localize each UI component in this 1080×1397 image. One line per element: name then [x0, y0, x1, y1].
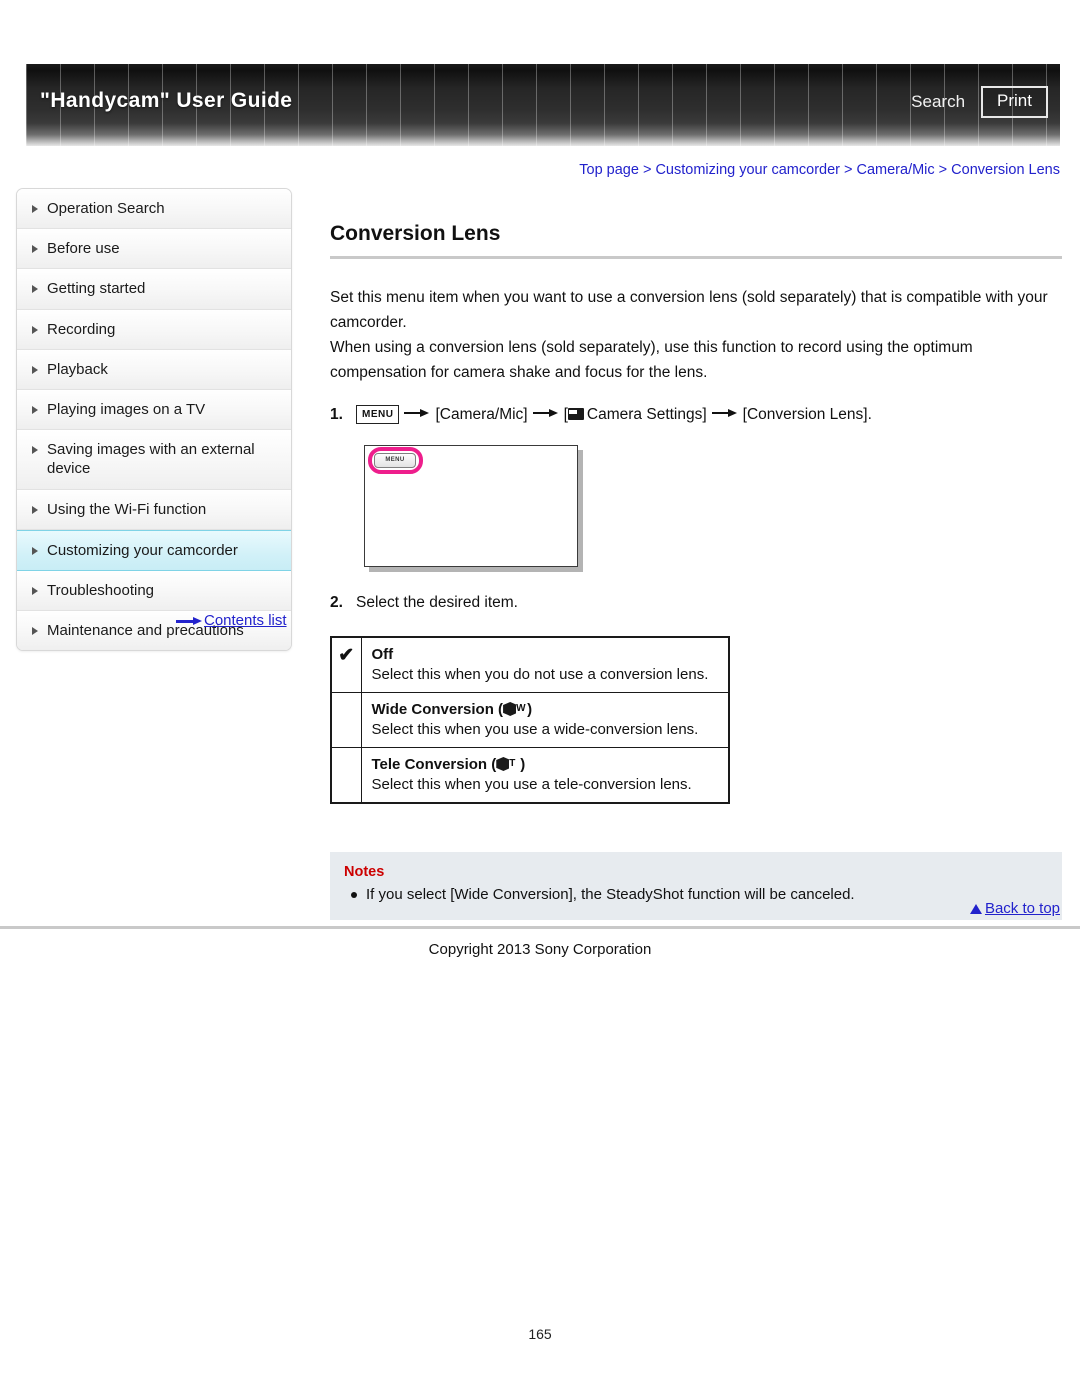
arrow-right-icon	[404, 408, 430, 418]
step-1-part-camera-settings: Camera Settings]	[586, 406, 707, 424]
step-1-part-camera-mic: [Camera/Mic]	[435, 406, 528, 424]
step-1-number: 1.	[330, 406, 343, 424]
option-check-cell	[330, 746, 362, 804]
tele-conversion-lens-icon: T	[496, 756, 520, 771]
sidebar-item-label: Getting started	[47, 280, 146, 298]
option-description: Select this when you use a tele-conversi…	[371, 775, 692, 793]
option-name-text: Tele Conversion	[371, 755, 488, 773]
sidebar-item-label: Saving images with an external device	[47, 441, 255, 478]
options-table-wrapper: ✔ Off Select this when you do not use a …	[330, 635, 1062, 804]
sidebar-item-using-wifi-function[interactable]: Using the Wi-Fi function	[17, 489, 291, 530]
option-name-text: Off	[371, 645, 394, 663]
intro-paragraph-1: Set this menu item when you want to use …	[330, 289, 1048, 332]
step-1-body: MENU [Camera/Mic][Camera Settings] [Conver…	[356, 403, 1062, 426]
contents-list-link[interactable]: Contents list	[176, 612, 287, 629]
option-name-text: Wide Conversion	[371, 700, 494, 718]
wide-conversion-lens-icon: W	[503, 701, 527, 716]
page-title-header: "Handycam" User Guide	[40, 89, 293, 112]
option-content-cell: Tele Conversion (T) Select this when you…	[360, 746, 730, 804]
triangle-up-icon	[969, 904, 982, 914]
arrow-right-icon	[176, 617, 202, 626]
page-title: Conversion Lens	[330, 222, 501, 245]
option-content-cell: Off Select this when you do not use a co…	[360, 636, 730, 693]
print-button[interactable]: Print	[981, 86, 1048, 118]
checkmark-icon: ✔	[338, 644, 355, 666]
step-1: 1. MENU [Camera/Mic][Camera Settings] [Con…	[330, 403, 1062, 426]
sidebar-item-recording[interactable]: Recording	[17, 309, 291, 350]
option-name: Off	[372, 646, 719, 663]
arrow-right-icon	[711, 408, 738, 418]
sidebar-nav: Operation Search Before use Getting star…	[16, 188, 292, 652]
highlight-ring-icon	[368, 446, 423, 474]
option-check-cell	[330, 691, 362, 748]
sidebar-item-label: Before use	[47, 240, 120, 258]
list-item: If you select [Wide Conversion], the Ste…	[344, 884, 1048, 907]
intro-paragraph-2: When using a conversion lens (sold separ…	[330, 339, 973, 382]
sidebar-item-customizing-your-camcorder[interactable]: Customizing your camcorder	[17, 529, 291, 571]
option-check-cell: ✔	[330, 636, 362, 693]
step-1-part-conversion-lens: [Conversion Lens].	[742, 406, 872, 424]
step-2: 2. Select the desired item.	[330, 591, 1062, 614]
sidebar-item-operation-search[interactable]: Operation Search	[17, 189, 291, 230]
camera-settings-icon	[567, 408, 584, 421]
title-divider	[330, 256, 1062, 259]
lens-icon-letter: T	[509, 757, 516, 769]
table-row[interactable]: Tele Conversion (T) Select this when you…	[330, 746, 730, 804]
main-content: Conversion Lens Set this menu item when …	[330, 222, 1062, 921]
option-name: Tele Conversion (T)	[371, 755, 526, 773]
sidebar-item-playing-images-on-a-tv[interactable]: Playing images on a TV	[17, 389, 291, 431]
step-2-body: Select the desired item.	[356, 593, 518, 611]
notes-title: Notes	[344, 863, 385, 880]
sidebar-item-label: Playing images on a TV	[47, 400, 206, 418]
option-description: Select this when you do not use a conver…	[371, 665, 709, 683]
sidebar-item-label: Using the Wi-Fi function	[47, 500, 207, 518]
page-number: 165	[528, 1326, 552, 1342]
table-row[interactable]: Wide Conversion (W) Select this when you…	[330, 691, 730, 748]
step-2-number: 2.	[330, 593, 343, 611]
lens-icon-letter: W	[516, 702, 526, 714]
sidebar-item-label: Operation Search	[47, 200, 165, 217]
contents-list-label: Contents list	[204, 612, 287, 629]
sidebar-item-label: Troubleshooting	[47, 581, 155, 599]
back-to-top-link[interactable]: Back to top	[969, 900, 1060, 917]
option-content-cell: Wide Conversion (W) Select this when you…	[360, 691, 730, 748]
arrow-right-icon	[532, 408, 559, 418]
sidebar-item-getting-started[interactable]: Getting started	[17, 269, 291, 310]
option-description: Select this when you use a wide-conversi…	[371, 720, 699, 738]
sidebar-item-label: Recording	[47, 320, 116, 338]
copyright-text: Copyright 2013 Sony Corporation	[428, 941, 652, 958]
search-button[interactable]: Search	[909, 89, 967, 115]
breadcrumb[interactable]: Top page > Customizing your camcorder > …	[579, 162, 1060, 178]
sidebar-item-saving-images-external-device[interactable]: Saving images with an external device	[17, 430, 291, 490]
sidebar-item-before-use[interactable]: Before use	[17, 229, 291, 270]
sidebar-item-label: Customizing your camcorder	[47, 541, 238, 559]
sidebar-item-troubleshooting[interactable]: Troubleshooting	[17, 570, 291, 612]
table-row[interactable]: ✔ Off Select this when you do not use a …	[330, 636, 730, 693]
menu-button-icon: MENU	[356, 405, 400, 425]
option-name: Wide Conversion (W)	[371, 700, 533, 718]
conversion-lens-options-table: ✔ Off Select this when you do not use a …	[330, 635, 730, 804]
back-to-top-label: Back to top	[984, 900, 1060, 917]
camcorder-screen-illustration: MENU	[364, 444, 578, 567]
notes-box: Notes If you select [Wide Conversion], t…	[330, 851, 1062, 921]
notes-list: If you select [Wide Conversion], the Ste…	[344, 884, 1048, 907]
sidebar-item-label: Playback	[47, 360, 108, 378]
site-header: "Handycam" User Guide Search Print	[26, 64, 1060, 146]
header-actions: Search Print	[909, 86, 1048, 118]
sidebar-item-playback[interactable]: Playback	[17, 349, 291, 390]
